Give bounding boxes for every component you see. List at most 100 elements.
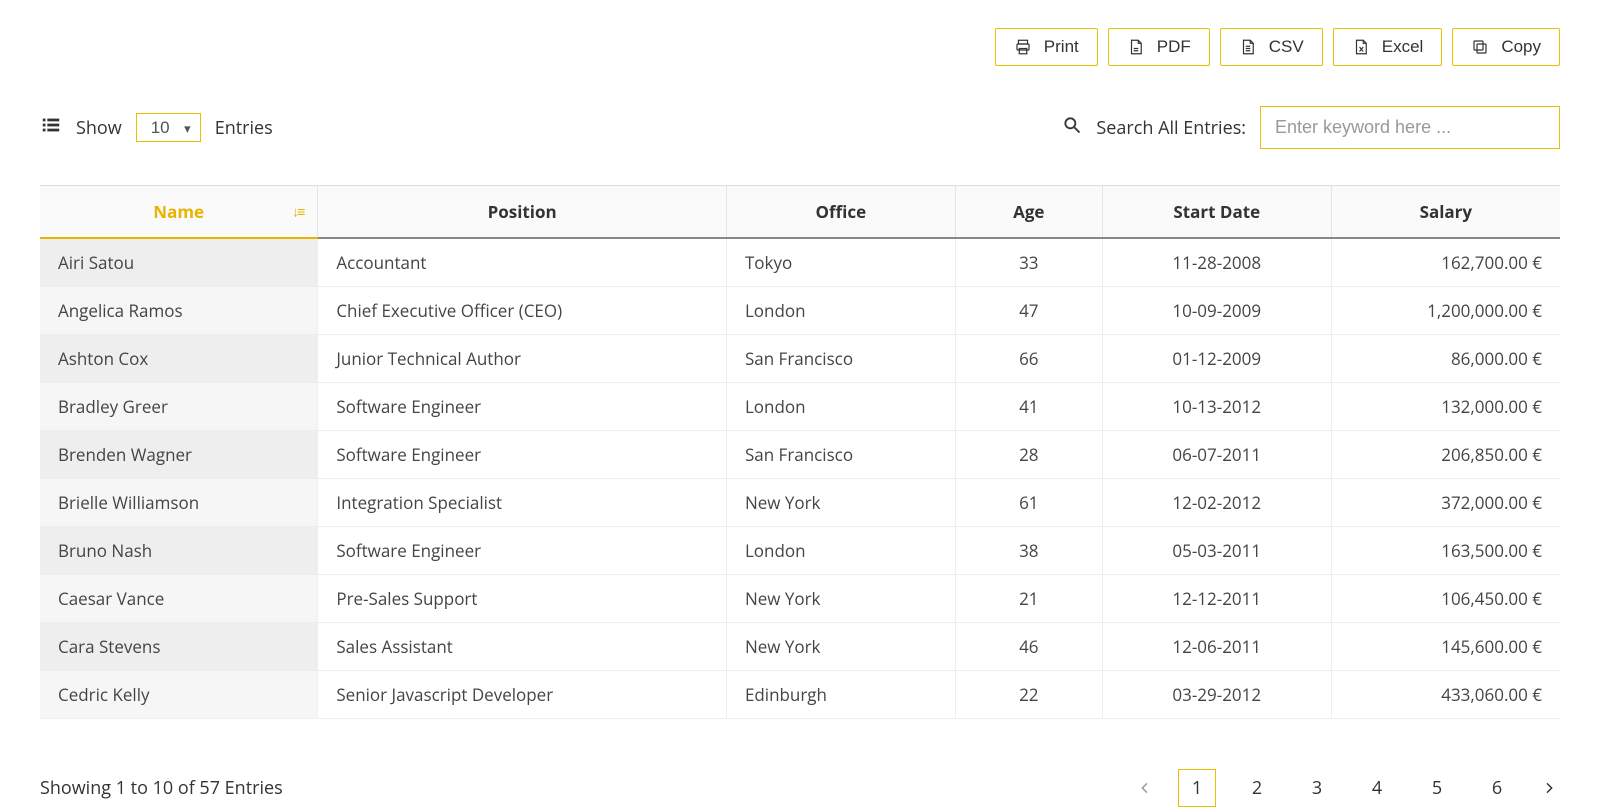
table-row: Cara StevensSales AssistantNew York4612-… [40, 623, 1560, 671]
excel-button[interactable]: Excel [1333, 28, 1443, 66]
cell-office: Edinburgh [726, 671, 955, 719]
column-header-name[interactable]: Name ↓≡ [40, 186, 318, 239]
cell-salary: 1,200,000.00 € [1331, 287, 1560, 335]
cell-name: Cara Stevens [40, 623, 318, 671]
pdf-label: PDF [1157, 37, 1191, 57]
column-header-start-date[interactable]: Start Date [1102, 186, 1331, 239]
search-label: Search All Entries: [1096, 116, 1246, 140]
table-row: Brenden WagnerSoftware EngineerSan Franc… [40, 431, 1560, 479]
excel-label: Excel [1382, 37, 1424, 57]
cell-name: Airi Satou [40, 238, 318, 287]
column-header-salary[interactable]: Salary [1331, 186, 1560, 239]
column-header-office[interactable]: Office [726, 186, 955, 239]
data-table: Name ↓≡ Position Office Age Start Date S… [40, 185, 1560, 719]
page-number-2[interactable]: 2 [1238, 769, 1276, 807]
cell-position: Junior Technical Author [318, 335, 727, 383]
column-header-age[interactable]: Age [955, 186, 1102, 239]
list-icon [40, 114, 62, 142]
cell-salary: 132,000.00 € [1331, 383, 1560, 431]
cell-start-date: 03-29-2012 [1102, 671, 1331, 719]
cell-position: Software Engineer [318, 527, 727, 575]
cell-age: 38 [955, 527, 1102, 575]
table-row: Angelica RamosChief Executive Officer (C… [40, 287, 1560, 335]
cell-name: Bradley Greer [40, 383, 318, 431]
cell-salary: 162,700.00 € [1331, 238, 1560, 287]
cell-name: Angelica Ramos [40, 287, 318, 335]
page-next[interactable] [1538, 777, 1560, 799]
cell-start-date: 10-09-2009 [1102, 287, 1331, 335]
show-label: Show [76, 116, 122, 140]
cell-age: 28 [955, 431, 1102, 479]
cell-age: 21 [955, 575, 1102, 623]
cell-start-date: 11-28-2008 [1102, 238, 1331, 287]
cell-age: 61 [955, 479, 1102, 527]
cell-position: Software Engineer [318, 383, 727, 431]
cell-name: Cedric Kelly [40, 671, 318, 719]
table-toolbar: Show 10 Entries Search All Entries: [40, 106, 1560, 149]
cell-office: London [726, 287, 955, 335]
table-row: Bradley GreerSoftware EngineerLondon4110… [40, 383, 1560, 431]
export-buttons-row: Print PDF CSV Excel Copy [40, 28, 1560, 66]
cell-office: New York [726, 575, 955, 623]
table-row: Ashton CoxJunior Technical AuthorSan Fra… [40, 335, 1560, 383]
pdf-button[interactable]: PDF [1108, 28, 1210, 66]
page-number-5[interactable]: 5 [1418, 769, 1456, 807]
page-number-1[interactable]: 1 [1178, 769, 1216, 807]
cell-office: San Francisco [726, 335, 955, 383]
print-button[interactable]: Print [995, 28, 1098, 66]
cell-name: Ashton Cox [40, 335, 318, 383]
cell-salary: 372,000.00 € [1331, 479, 1560, 527]
pagination: 123456 [1134, 769, 1560, 807]
cell-name: Bruno Nash [40, 527, 318, 575]
cell-age: 47 [955, 287, 1102, 335]
length-control: Show 10 Entries [40, 113, 273, 142]
cell-age: 33 [955, 238, 1102, 287]
cell-name: Caesar Vance [40, 575, 318, 623]
cell-start-date: 06-07-2011 [1102, 431, 1331, 479]
search-control: Search All Entries: [1062, 106, 1560, 149]
cell-salary: 433,060.00 € [1331, 671, 1560, 719]
table-footer: Showing 1 to 10 of 57 Entries 123456 [40, 769, 1560, 807]
cell-office: Tokyo [726, 238, 955, 287]
entries-label: Entries [215, 116, 273, 140]
cell-salary: 206,850.00 € [1331, 431, 1560, 479]
cell-age: 46 [955, 623, 1102, 671]
cell-office: London [726, 527, 955, 575]
copy-button[interactable]: Copy [1452, 28, 1560, 66]
column-header-position[interactable]: Position [318, 186, 727, 239]
print-label: Print [1044, 37, 1079, 57]
cell-office: London [726, 383, 955, 431]
copy-label: Copy [1501, 37, 1541, 57]
cell-start-date: 01-12-2009 [1102, 335, 1331, 383]
search-icon [1062, 115, 1082, 141]
cell-age: 22 [955, 671, 1102, 719]
copy-icon [1471, 38, 1489, 56]
cell-office: New York [726, 623, 955, 671]
cell-start-date: 12-12-2011 [1102, 575, 1331, 623]
cell-start-date: 12-02-2012 [1102, 479, 1331, 527]
cell-start-date: 05-03-2011 [1102, 527, 1331, 575]
print-icon [1014, 38, 1032, 56]
cell-salary: 106,450.00 € [1331, 575, 1560, 623]
page-number-6[interactable]: 6 [1478, 769, 1516, 807]
cell-position: Chief Executive Officer (CEO) [318, 287, 727, 335]
page-number-4[interactable]: 4 [1358, 769, 1396, 807]
page-prev[interactable] [1134, 777, 1156, 799]
csv-button[interactable]: CSV [1220, 28, 1323, 66]
cell-salary: 163,500.00 € [1331, 527, 1560, 575]
search-input[interactable] [1260, 106, 1560, 149]
cell-position: Pre-Sales Support [318, 575, 727, 623]
cell-start-date: 12-06-2011 [1102, 623, 1331, 671]
csv-label: CSV [1269, 37, 1304, 57]
cell-salary: 145,600.00 € [1331, 623, 1560, 671]
cell-name: Brielle Williamson [40, 479, 318, 527]
cell-age: 41 [955, 383, 1102, 431]
page-length-select[interactable]: 10 [136, 113, 201, 142]
cell-start-date: 10-13-2012 [1102, 383, 1331, 431]
cell-salary: 86,000.00 € [1331, 335, 1560, 383]
page-number-3[interactable]: 3 [1298, 769, 1336, 807]
cell-name: Brenden Wagner [40, 431, 318, 479]
cell-age: 66 [955, 335, 1102, 383]
cell-position: Software Engineer [318, 431, 727, 479]
sort-asc-icon: ↓≡ [292, 202, 303, 221]
